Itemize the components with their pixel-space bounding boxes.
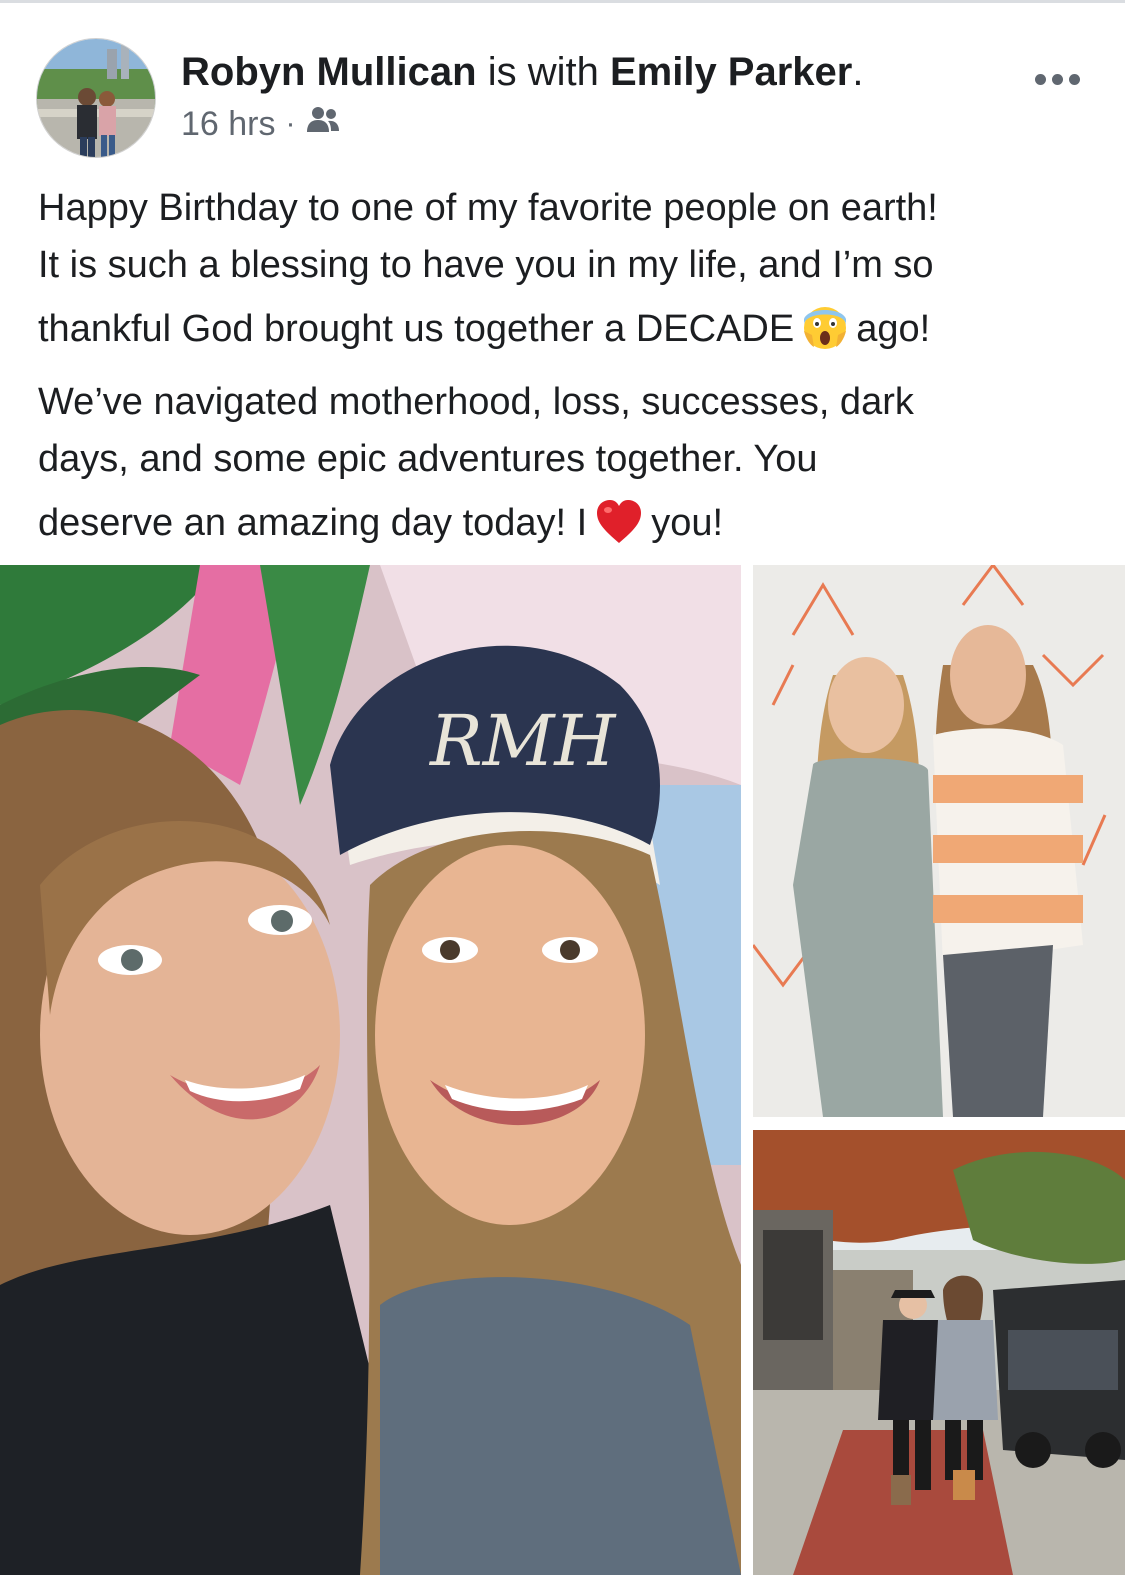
post-text-line: days, and some epic adventures together.…	[38, 438, 818, 480]
red-heart-emoji-icon	[595, 498, 643, 568]
more-dot	[1035, 74, 1046, 85]
post-title-line: Robyn Mullican is with Emily Parker.	[181, 48, 863, 96]
post-timestamp[interactable]: 16 hrs	[181, 104, 276, 144]
post-photo-tertiary[interactable]	[753, 1130, 1125, 1575]
post-photo-secondary[interactable]	[753, 565, 1125, 1117]
more-dot	[1069, 74, 1080, 85]
author-avatar[interactable]	[36, 38, 156, 158]
post-header: Robyn Mullican is with Emily Parker. 16 …	[36, 38, 1096, 158]
post-text-line: thankful God brought us together a DECAD…	[38, 294, 1098, 374]
top-divider	[0, 0, 1125, 3]
post-meta: 16 hrs ·	[181, 104, 340, 144]
post-text-line: Happy Birthday to one of my favorite peo…	[38, 187, 938, 229]
post-text-line: We’ve navigated motherhood, loss, succes…	[38, 381, 914, 423]
tagged-person-link[interactable]: Emily Parker	[610, 50, 852, 94]
meta-separator: ·	[285, 107, 296, 140]
post-text-line: deserve an amazing day today! Iyou!	[38, 488, 1098, 568]
scream-emoji-icon	[802, 304, 848, 374]
more-dot	[1052, 74, 1063, 85]
friends-audience-icon[interactable]	[306, 104, 340, 144]
post-body-text: Happy Birthday to one of my favorite peo…	[38, 180, 1098, 568]
with-label: is with	[487, 50, 599, 94]
author-name-link[interactable]: Robyn Mullican	[181, 50, 477, 94]
more-horizontal-icon[interactable]	[1029, 68, 1086, 91]
title-period: .	[852, 50, 864, 94]
cap-monogram: RMH	[428, 700, 617, 782]
post-text-line: It is such a blessing to have you in my …	[38, 244, 934, 286]
post-photo-main[interactable]: RMH	[0, 565, 741, 1575]
